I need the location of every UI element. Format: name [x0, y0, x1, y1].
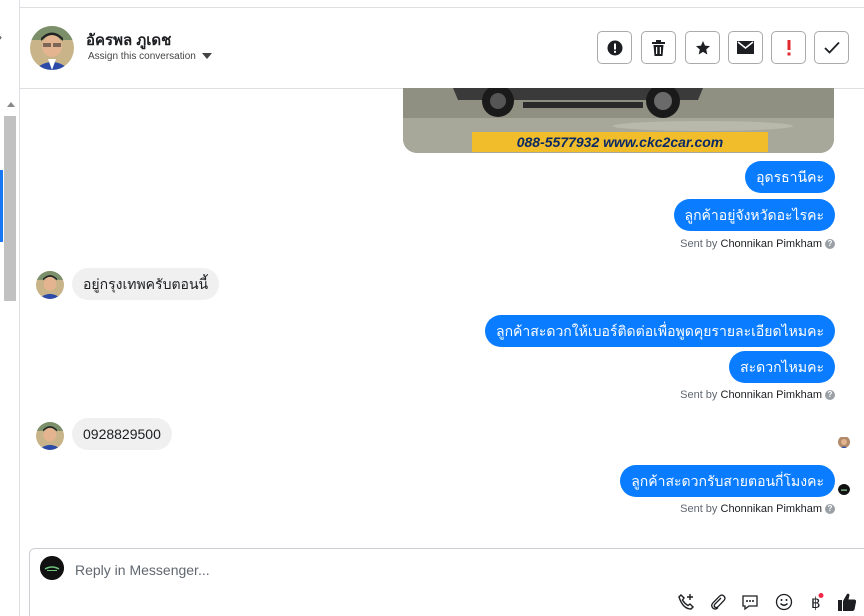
banner-contact-strip: 088-5577932 www.ckc2car.com: [472, 132, 768, 152]
sent-by-label: Sent by Chonnikan Pimkham?: [680, 238, 835, 250]
mark-unread-button[interactable]: [728, 31, 763, 64]
assign-label: Assign this conversation: [88, 51, 196, 62]
contact-avatar[interactable]: [30, 26, 74, 70]
shared-image-banner[interactable]: 088-5577932 www.ckc2car.com: [403, 88, 834, 153]
reply-composer: ฿: [29, 548, 864, 616]
star-icon: [695, 40, 710, 54]
paperclip-icon: [711, 594, 726, 610]
thumbs-up-icon: [838, 593, 857, 611]
chevron-right-icon[interactable]: ›: [0, 30, 2, 44]
sent-by-label: Sent by Chonnikan Pimkham?: [680, 503, 835, 515]
exclamation-circle-icon: [607, 40, 622, 55]
mark-done-button[interactable]: [814, 31, 849, 64]
help-icon[interactable]: ?: [825, 390, 835, 401]
incoming-message[interactable]: 0928829500: [72, 418, 172, 450]
sent-by-prefix: Sent by: [680, 503, 718, 515]
seen-page-logo: [838, 483, 850, 495]
sent-by-prefix: Sent by: [680, 238, 718, 250]
incoming-message[interactable]: อยู่กรุงเทพครับตอนนี้: [72, 268, 220, 300]
scroll-up-arrow-icon[interactable]: [7, 102, 15, 107]
contact-name: อัครพล ภูเดช: [86, 32, 172, 49]
sender-name[interactable]: Chonnikan Pimkham: [721, 503, 823, 515]
envelope-icon: [737, 41, 754, 54]
outgoing-message[interactable]: ลูกค้าอยู่จังหวัดอะไรคะ: [673, 199, 835, 231]
outgoing-message[interactable]: ลูกค้าสะดวกรับสายตอนกี่โมงคะ: [620, 465, 835, 497]
outgoing-message[interactable]: ลูกค้าสะดวกให้เบอร์ติดต่อเพื่อพูดคุยรายล…: [485, 315, 835, 347]
like-button[interactable]: [836, 591, 858, 613]
flag-button[interactable]: [771, 31, 806, 64]
sent-by-prefix: Sent by: [680, 389, 718, 401]
seen-avatar: [838, 436, 850, 448]
phone-plus-icon: [678, 594, 694, 610]
contact-avatar-small[interactable]: [36, 271, 64, 299]
speech-bubble-icon: [742, 595, 758, 611]
baht-icon: ฿: [811, 593, 824, 611]
banner-text: 088-5577932 www.ckc2car.com: [516, 134, 724, 150]
conversation-list-edge: ›: [0, 0, 20, 616]
outgoing-message[interactable]: สะดวกไหมคะ: [729, 351, 835, 383]
emoji-button[interactable]: [773, 591, 795, 613]
caret-down-icon: [201, 53, 212, 60]
delete-button[interactable]: [641, 31, 676, 64]
assign-conversation-dropdown[interactable]: Assign this conversation: [88, 51, 212, 62]
outgoing-message[interactable]: อุดรธานีคะ: [745, 161, 835, 193]
help-icon[interactable]: ?: [825, 504, 835, 515]
trash-icon: [652, 39, 665, 56]
reply-input[interactable]: [75, 562, 575, 578]
help-icon[interactable]: ?: [825, 239, 835, 250]
star-button[interactable]: [685, 31, 720, 64]
sent-by-label: Sent by Chonnikan Pimkham?: [680, 389, 835, 401]
report-button[interactable]: [597, 31, 632, 64]
payment-button[interactable]: ฿: [805, 591, 827, 613]
selected-indicator: [0, 170, 3, 242]
sender-name[interactable]: Chonnikan Pimkham: [721, 238, 823, 250]
contact-avatar-small[interactable]: [36, 422, 64, 450]
red-exclamation-icon: [787, 39, 790, 55]
checkmark-icon: [823, 41, 840, 54]
attach-button[interactable]: [707, 591, 729, 613]
saved-replies-button[interactable]: [739, 591, 761, 613]
sender-name[interactable]: Chonnikan Pimkham: [721, 389, 823, 401]
call-button[interactable]: [675, 591, 697, 613]
smiley-icon: [775, 593, 793, 611]
page-logo: [40, 556, 64, 580]
conversation-header: อัครพล ภูเดช Assign this conversation: [20, 8, 864, 89]
scrollbar-thumb[interactable]: [4, 116, 16, 301]
